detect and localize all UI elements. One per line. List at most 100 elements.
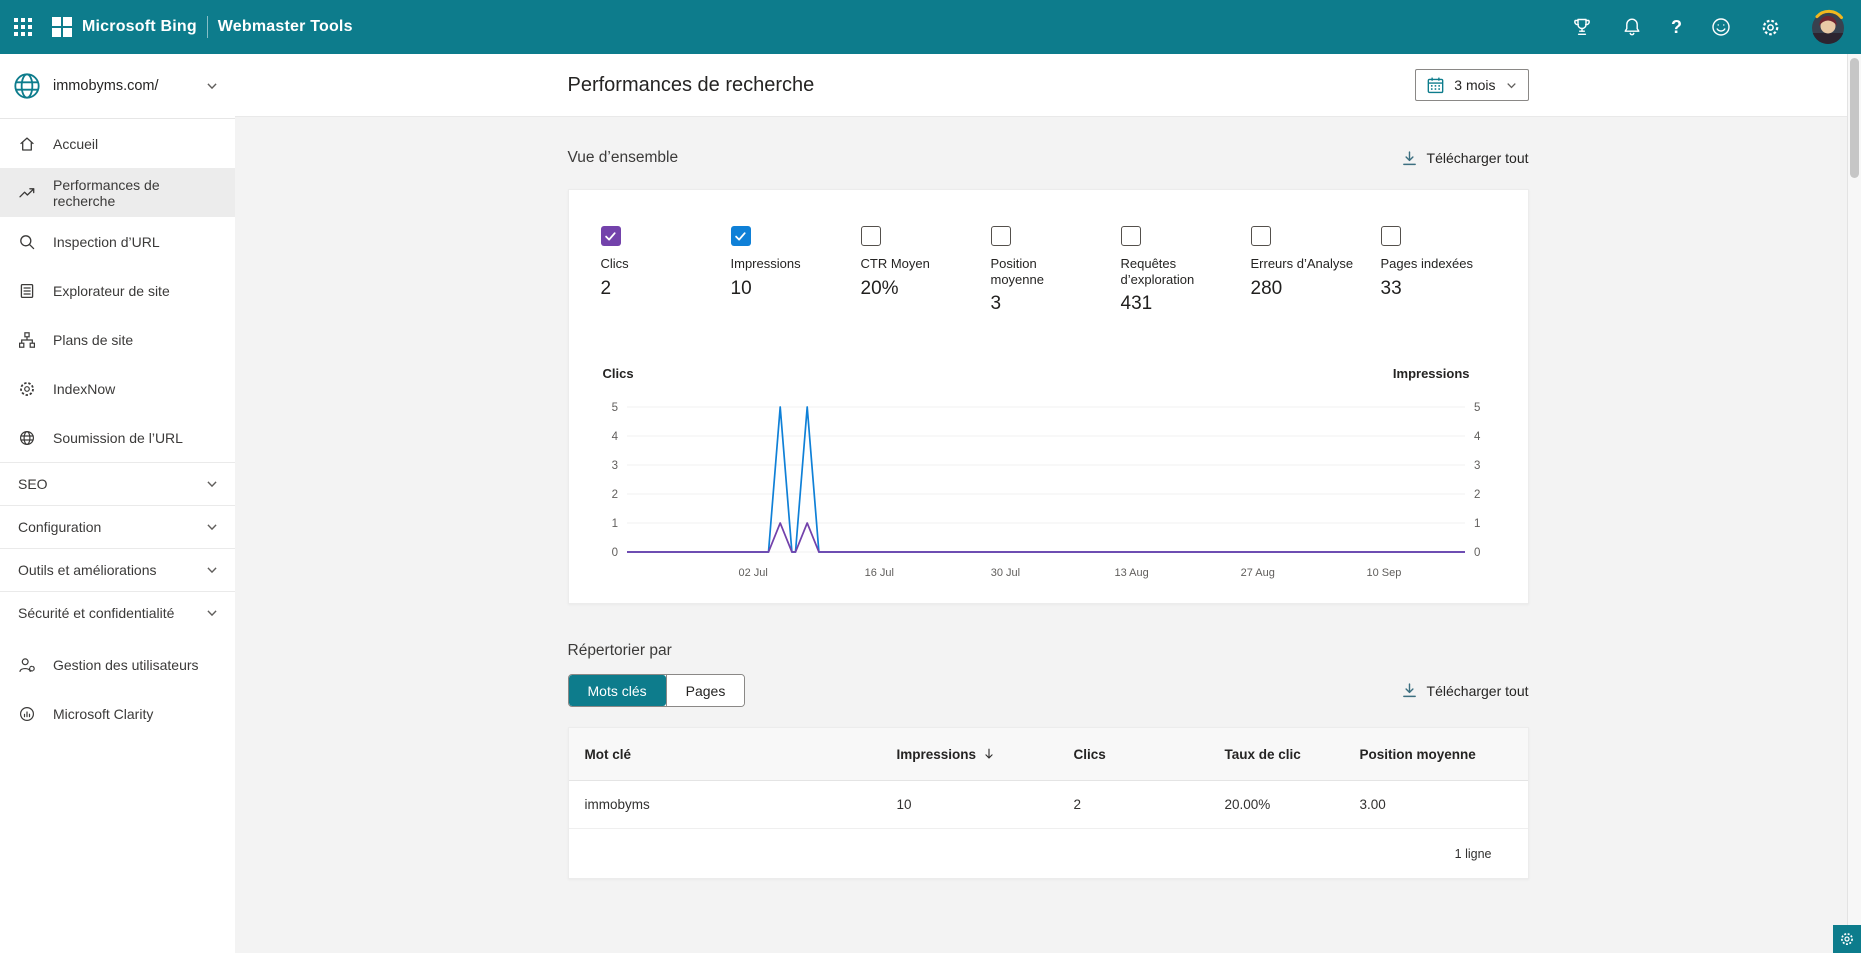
- download-all-label: Télécharger tout: [1427, 683, 1529, 699]
- svg-text:13 Aug: 13 Aug: [1114, 567, 1148, 579]
- site-selector[interactable]: immobyms.com/: [0, 54, 235, 119]
- cell-clics: 2: [1074, 797, 1225, 812]
- sidebar-item-accueil[interactable]: Accueil: [0, 119, 235, 168]
- svg-text:5: 5: [1474, 402, 1480, 414]
- sidebar-item-gestion-utilisateurs[interactable]: Gestion des utilisateurs: [0, 640, 235, 689]
- rewards-button[interactable]: [1565, 10, 1599, 44]
- svg-text:5: 5: [611, 402, 617, 414]
- metric-ctr-moyen: CTR Moyen 20%: [861, 226, 973, 332]
- sort-descending-icon: [982, 747, 996, 761]
- sidebar-item-plans-de-site[interactable]: Plans de site: [0, 315, 235, 364]
- sidebar-section-seo[interactable]: SEO: [0, 462, 235, 505]
- chevron-down-icon: [205, 79, 219, 93]
- listby-tabs: Mots clés Pages: [568, 674, 746, 707]
- svg-text:10 Sep: 10 Sep: [1366, 567, 1401, 579]
- account-avatar[interactable]: [1809, 8, 1847, 46]
- check-icon: [734, 231, 747, 242]
- sidebar-section-label: Sécurité et confidentialité: [18, 605, 174, 621]
- bing-webmaster-tools-app: Microsoft Bing Webmaster Tools: [0, 0, 1861, 953]
- metric-value: 33: [1381, 278, 1493, 300]
- date-range-button[interactable]: 3 mois: [1415, 69, 1528, 101]
- metric-value: 3: [991, 293, 1103, 315]
- app-launcher-button[interactable]: [8, 12, 38, 42]
- column-header-mot-cle[interactable]: Mot clé: [585, 747, 897, 762]
- metric-label: Erreurs d’Analyse: [1251, 256, 1363, 272]
- chevron-down-icon: [205, 563, 219, 577]
- tab-pages[interactable]: Pages: [666, 675, 745, 706]
- sidebar-item-label: Microsoft Clarity: [53, 706, 153, 722]
- metric-label: Requêtes d’exploration: [1121, 256, 1207, 287]
- sidebar: immobyms.com/ Accueil Performances de re…: [0, 54, 235, 953]
- scrollbar-thumb[interactable]: [1850, 58, 1859, 178]
- metric-label: CTR Moyen: [861, 256, 973, 272]
- svg-text:4: 4: [1474, 431, 1481, 443]
- download-all-label: Télécharger tout: [1427, 150, 1529, 166]
- date-range-value: 3 mois: [1454, 77, 1495, 93]
- column-header-taux-de-clic[interactable]: Taux de clic: [1225, 747, 1360, 762]
- download-all-table-button[interactable]: Télécharger tout: [1401, 682, 1529, 699]
- metric-impressions: Impressions 10: [731, 226, 843, 332]
- settings-button[interactable]: [1754, 11, 1787, 44]
- svg-text:2: 2: [611, 489, 617, 501]
- column-header-position-moyenne[interactable]: Position moyenne: [1360, 747, 1512, 762]
- svg-text:0: 0: [611, 547, 617, 559]
- download-icon: [1401, 682, 1418, 699]
- page-header: Performances de recherche 3 mois: [235, 54, 1861, 117]
- site-url: immobyms.com/: [53, 78, 194, 94]
- brand-webmaster-tools-label: Webmaster Tools: [218, 18, 353, 36]
- sidebar-item-label: Gestion des utilisateurs: [53, 657, 199, 673]
- metric-checkbox-position[interactable]: [991, 226, 1011, 246]
- sidebar-section-securite[interactable]: Sécurité et confidentialité: [0, 591, 235, 634]
- scrollbar[interactable]: [1847, 54, 1861, 953]
- sidebar-section-outils[interactable]: Outils et améliorations: [0, 548, 235, 591]
- sidebar-item-performances[interactable]: Performances de recherche: [0, 168, 235, 217]
- metric-requetes-exploration: Requêtes d’exploration 431: [1121, 226, 1233, 332]
- sidebar-item-inspection-url[interactable]: Inspection d’URL: [0, 217, 235, 266]
- help-button[interactable]: ?: [1665, 12, 1688, 42]
- metric-value: 2: [601, 278, 713, 300]
- metric-checkbox-erreurs[interactable]: [1251, 226, 1271, 246]
- metric-checkbox-requetes[interactable]: [1121, 226, 1141, 246]
- column-header-clics[interactable]: Clics: [1074, 747, 1225, 762]
- sidebar-item-label: Performances de recherche: [53, 177, 219, 209]
- download-all-overview-button[interactable]: Télécharger tout: [1401, 150, 1529, 167]
- chevron-down-icon: [205, 520, 219, 534]
- feedback-button[interactable]: [1704, 10, 1738, 44]
- svg-text:3: 3: [611, 460, 617, 472]
- sidebar-item-indexnow[interactable]: IndexNow: [0, 364, 235, 413]
- svg-text:4: 4: [611, 431, 618, 443]
- indexnow-gear-icon: [18, 380, 36, 398]
- metric-value: 10: [731, 278, 843, 300]
- trending-icon: [18, 184, 36, 202]
- main-content: Performances de recherche 3 mois: [235, 54, 1861, 953]
- brand-home-link[interactable]: Microsoft Bing Webmaster Tools: [52, 16, 353, 38]
- sidebar-item-microsoft-clarity[interactable]: Microsoft Clarity: [0, 689, 235, 738]
- svg-text:3: 3: [1474, 460, 1480, 472]
- sidebar-item-soumission-url[interactable]: Soumission de l’URL: [0, 413, 235, 462]
- site-globe-icon: [12, 71, 42, 101]
- sidebar-item-label: Accueil: [53, 136, 98, 152]
- cell-taux-de-clic: 20.00%: [1225, 797, 1360, 812]
- sidebar-nav: Accueil Performances de recherche Inspec…: [0, 119, 235, 738]
- brand-bing-label: Microsoft Bing: [82, 18, 197, 36]
- clarity-icon: [18, 705, 36, 723]
- metric-checkbox-pages[interactable]: [1381, 226, 1401, 246]
- metric-checkbox-clics[interactable]: [601, 226, 621, 246]
- trophy-icon: [1571, 16, 1593, 38]
- sidebar-section-configuration[interactable]: Configuration: [0, 505, 235, 548]
- metric-clics: Clics 2: [601, 226, 713, 332]
- table-row[interactable]: immobyms 10 2 20.00% 3.00: [569, 781, 1528, 829]
- metric-label: Impressions: [731, 256, 843, 272]
- sidebar-item-label: IndexNow: [53, 381, 115, 397]
- corner-settings-button[interactable]: [1833, 925, 1861, 953]
- sidebar-item-label: Explorateur de site: [53, 283, 170, 299]
- svg-text:2: 2: [1474, 489, 1480, 501]
- notifications-button[interactable]: [1615, 10, 1649, 44]
- column-header-impressions[interactable]: Impressions: [897, 747, 1074, 762]
- waffle-icon: [14, 18, 32, 36]
- tab-mots-cles[interactable]: Mots clés: [569, 675, 666, 706]
- sidebar-item-explorateur[interactable]: Explorateur de site: [0, 266, 235, 315]
- metric-label: Pages indexées: [1381, 256, 1493, 272]
- metric-checkbox-impressions[interactable]: [731, 226, 751, 246]
- metric-checkbox-ctr[interactable]: [861, 226, 881, 246]
